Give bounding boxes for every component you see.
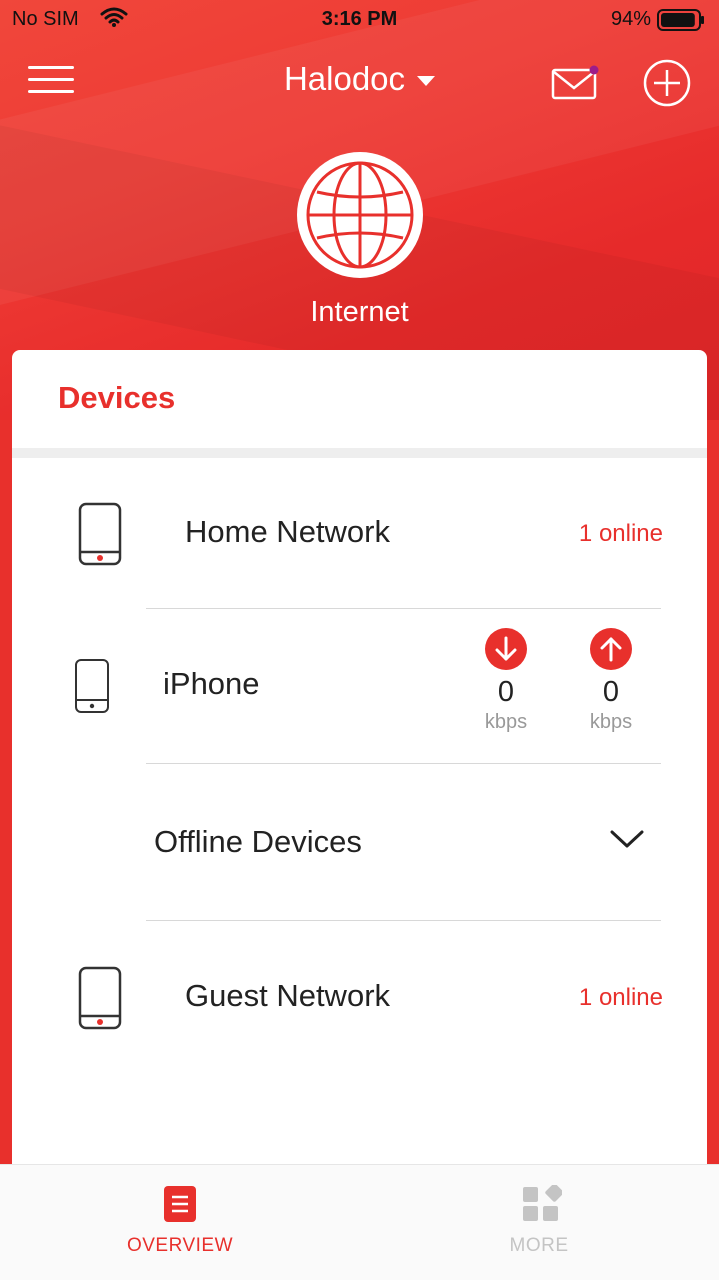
tab-overview[interactable]: OVERVIEW (0, 1165, 360, 1280)
iphone-label: iPhone (163, 666, 260, 701)
home-network-row[interactable]: Home Network 1 online (12, 490, 707, 600)
network-title: Halodoc (283, 60, 406, 97)
divider (146, 608, 661, 609)
battery-icon (657, 9, 705, 37)
arrow-up-icon (590, 628, 632, 670)
download-speed: 0 kbps (466, 628, 546, 734)
tab-more-label: MORE (509, 1235, 569, 1256)
upload-value: 0 (602, 676, 620, 708)
card-separator (12, 448, 707, 458)
caret-down-icon (417, 76, 436, 87)
guest-network-row[interactable]: Guest Network 1 online (12, 954, 707, 1064)
iphone-device-row[interactable]: iPhone 0 kbps 0 kbps (12, 620, 707, 760)
chevron-down-icon[interactable] (609, 828, 645, 855)
upload-unit: kbps (589, 711, 633, 733)
battery-percent: 94% (610, 8, 651, 30)
devices-card: Devices Home Network 1 online iPhone 0 k… (12, 350, 707, 1250)
tab-more[interactable]: MORE (359, 1165, 719, 1280)
apps-grid-icon (522, 1183, 564, 1223)
divider (146, 763, 661, 764)
phone-icon (78, 966, 122, 1035)
download-value: 0 (497, 676, 515, 708)
network-selector[interactable]: Halodoc (0, 60, 719, 98)
tab-overview-label: OVERVIEW (126, 1235, 234, 1256)
upload-speed: 0 kbps (571, 628, 651, 734)
mail-icon[interactable] (550, 62, 600, 102)
offline-devices-row[interactable]: Offline Devices (12, 780, 707, 910)
phone-icon (74, 658, 110, 719)
top-bar: Halodoc (0, 50, 719, 114)
arrow-down-icon (485, 628, 527, 670)
devices-title: Devices (58, 380, 176, 415)
phone-icon (78, 502, 122, 571)
divider (146, 920, 661, 921)
bottom-tab-bar: OVERVIEW MORE (0, 1164, 719, 1280)
guest-network-label: Guest Network (185, 978, 391, 1013)
plus-circle-icon[interactable] (642, 58, 692, 108)
download-unit: kbps (484, 711, 528, 733)
home-network-label: Home Network (185, 514, 390, 549)
globe-icon (295, 150, 425, 280)
home-network-count: 1 online (578, 520, 663, 547)
document-icon (163, 1185, 197, 1223)
internet-status[interactable]: Internet (0, 150, 719, 329)
status-bar: No SIM 3:16 PM 94% (0, 0, 719, 40)
offline-devices-label: Offline Devices (154, 824, 362, 859)
internet-label: Internet (310, 296, 409, 328)
guest-network-count: 1 online (578, 984, 663, 1011)
